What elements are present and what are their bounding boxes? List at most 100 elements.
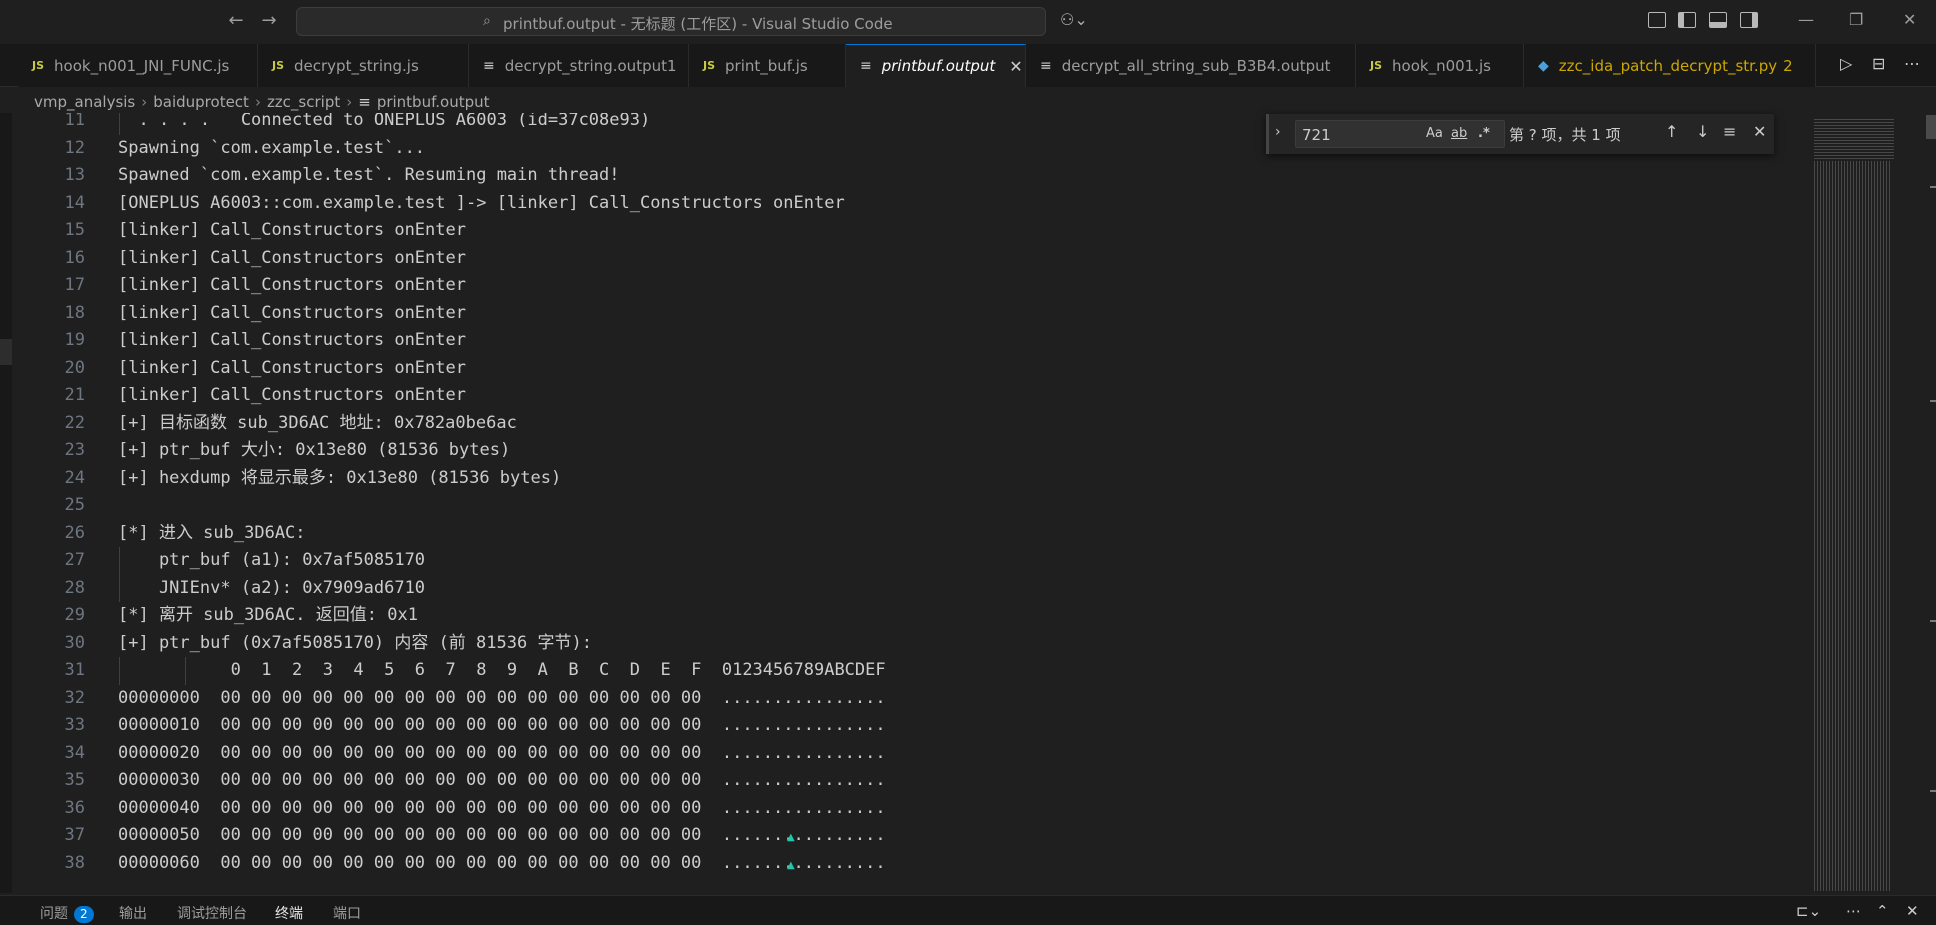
line-text: Spawning `com.example.test`...	[118, 137, 426, 158]
selection-highlight-marker: ▲	[787, 832, 795, 843]
code-line[interactable]: 25	[12, 492, 1812, 520]
vertical-scrollbar[interactable]	[1926, 113, 1936, 893]
scrollbar-marker	[1930, 400, 1936, 402]
tab-label: zzc_ida_patch_decrypt_str.py	[1558, 56, 1778, 75]
code-line[interactable]: 15 [linker] Call_Constructors onEnter	[12, 217, 1812, 245]
line-text: [+] 目标函数 sub_3D6AC 地址: 0x782a0be6ac	[118, 412, 517, 433]
code-line[interactable]: 26 [*] 进入 sub_3D6AC:	[12, 520, 1812, 548]
code-line[interactable]: 27 ptr_buf (a1): 0x7af5085170	[12, 547, 1812, 575]
arrow-right-icon[interactable]: →	[258, 10, 280, 32]
find-input[interactable]: 721 Aa ab .*	[1295, 120, 1505, 148]
minimap[interactable]	[1812, 113, 1922, 893]
find-in-selection-icon[interactable]: ≡	[1723, 122, 1736, 141]
close-icon[interactable]: ✕	[1753, 122, 1766, 141]
breadcrumb-item[interactable]: zzc_script	[267, 93, 340, 111]
code-line[interactable]: 20 [linker] Call_Constructors onEnter	[12, 355, 1812, 383]
tab-label: decrypt_string.output1	[504, 56, 677, 75]
panel-layout-icon[interactable]: ⊏⌄	[1796, 902, 1821, 920]
code-line[interactable]: 29 [*] 离开 sub_3D6AC. 返回值: 0x1	[12, 602, 1812, 630]
run-icon[interactable]: ▷	[1840, 54, 1852, 73]
scrollbar-marker	[1930, 620, 1936, 622]
chevron-right-icon[interactable]: ›	[1275, 124, 1281, 140]
scrollbar-marker	[1930, 186, 1936, 188]
code-line[interactable]: 38 00000060 00 00 00 00 00 00 00 00 00 00…	[12, 850, 1812, 878]
code-line[interactable]: 37 00000050 00 00 00 00 00 00 00 00 00 00…	[12, 822, 1812, 850]
line-text: 0 1 2 3 4 5 6 7 8 9 A B C D E F 01234567…	[118, 660, 886, 680]
tab-label: decrypt_string.js	[294, 56, 419, 75]
copilot-icon[interactable]: ⚇⌄	[1060, 10, 1088, 29]
regex-icon[interactable]: .*	[1478, 126, 1490, 141]
split-editor-icon[interactable]: ⊟	[1872, 54, 1885, 73]
arrow-down-icon[interactable]: ↓	[1696, 122, 1709, 141]
breadcrumb-item[interactable]: baiduprotect	[153, 93, 249, 111]
minimize-icon[interactable]: —	[1798, 10, 1814, 29]
code-line[interactable]: 33 00000010 00 00 00 00 00 00 00 00 00 00…	[12, 712, 1812, 740]
code-line[interactable]: 34 00000020 00 00 00 00 00 00 00 00 00 00…	[12, 740, 1812, 768]
command-center[interactable]: ⌕ printbuf.output - 无标题 (工作区) - Visual S…	[296, 7, 1046, 36]
tab-debug-console[interactable]: 调试控制台	[177, 903, 247, 923]
code-line[interactable]: 22 [+] 目标函数 sub_3D6AC 地址: 0x782a0be6ac	[12, 410, 1812, 438]
breadcrumb-item[interactable]: printbuf.output	[377, 93, 490, 111]
code-line[interactable]: 28 JNIEnv* (a2): 0x7909ad6710	[12, 574, 1812, 602]
code-line[interactable]: 21 [linker] Call_Constructors onEnter	[12, 382, 1812, 410]
tab-decrypt-string-js[interactable]: JS decrypt_string.js	[258, 44, 469, 87]
whole-word-icon[interactable]: ab	[1451, 126, 1467, 141]
code-line[interactable]: 35 00000030 00 00 00 00 00 00 00 00 00 00…	[12, 767, 1812, 795]
editor-text-area[interactable]: 11 . . . . Connected to ONEPLUS A6003 (i…	[12, 113, 1812, 893]
code-line[interactable]: 14 [ONEPLUS A6003::com.example.test ]-> […	[12, 190, 1812, 218]
find-result-count: 第 ? 项，共 1 项	[1509, 126, 1621, 144]
restore-icon[interactable]: ❐	[1849, 10, 1863, 29]
code-line[interactable]: 19 [linker] Call_Constructors onEnter	[12, 327, 1812, 355]
close-icon[interactable]: ✕	[1009, 57, 1022, 76]
more-actions-icon[interactable]: ⋯	[1904, 54, 1920, 73]
tab-terminal[interactable]: 终端	[275, 903, 303, 923]
toggle-primary-sidebar-icon[interactable]	[1678, 12, 1696, 28]
js-file-icon: JS	[32, 59, 45, 72]
arrow-up-icon[interactable]: ↑	[1665, 122, 1678, 141]
code-line[interactable]: 36 00000040 00 00 00 00 00 00 00 00 00 00…	[12, 795, 1812, 823]
maximize-panel-icon[interactable]: ⌃	[1876, 902, 1889, 920]
tab-hook-n001-jni-func[interactable]: JS hook_n001_JNI_FUNC.js	[18, 44, 258, 87]
find-input-value: 721	[1302, 126, 1331, 144]
code-line[interactable]: 32 00000000 00 00 00 00 00 00 00 00 00 00…	[12, 685, 1812, 713]
line-number: 32	[64, 687, 85, 708]
line-text: [linker] Call_Constructors onEnter	[118, 247, 466, 268]
code-line[interactable]: 30 [+] ptr_buf (0x7af5085170) 内容 (前 81536…	[12, 630, 1812, 658]
scrollbar-thumb[interactable]	[1926, 115, 1936, 139]
code-line[interactable]: 13 Spawned `com.example.test`. Resuming m…	[12, 162, 1812, 190]
code-line[interactable]: 16 [linker] Call_Constructors onEnter	[12, 245, 1812, 273]
tab-ports[interactable]: 端口	[333, 903, 361, 923]
tab-decrypt-all-string-output[interactable]: ≡ decrypt_all_string_sub_B3B4.output	[1026, 44, 1356, 87]
toggle-panel-icon[interactable]	[1709, 12, 1727, 28]
code-line[interactable]: 24 [+] hexdump 将显示最多: 0x13e80 (81536 byte…	[12, 465, 1812, 493]
line-text: 00000060 00 00 00 00 00 00 00 00 00 00 0…	[118, 852, 886, 873]
tab-hook-n001-js[interactable]: JS hook_n001.js	[1356, 44, 1524, 87]
tab-output[interactable]: 输出	[119, 903, 147, 923]
tab-decrypt-string-output1[interactable]: ≡ decrypt_string.output1	[469, 44, 689, 87]
breadcrumb-item[interactable]: vmp_analysis	[34, 93, 135, 111]
tab-problems[interactable]: 问题 2	[40, 903, 94, 923]
line-text: 00000040 00 00 00 00 00 00 00 00 00 00 0…	[118, 797, 886, 818]
arrow-left-icon[interactable]: ←	[225, 10, 247, 32]
code-line[interactable]: 23 [+] ptr_buf 大小: 0x13e80 (81536 bytes)	[12, 437, 1812, 465]
line-number: 34	[64, 742, 85, 763]
code-line[interactable]: 18 [linker] Call_Constructors onEnter	[12, 300, 1812, 328]
line-text: ptr_buf (a1): 0x7af5085170	[118, 550, 426, 570]
code-line[interactable]: 17 [linker] Call_Constructors onEnter	[12, 272, 1812, 300]
file-lines-icon: ≡	[358, 93, 371, 111]
close-window-icon[interactable]: ✕	[1903, 10, 1916, 29]
line-text: [linker] Call_Constructors onEnter	[118, 330, 466, 350]
more-actions-icon[interactable]: ⋯	[1846, 902, 1861, 920]
code-line[interactable]: 31 0 1 2 3 4 5 6 7 8 9 A B C D E F 01234…	[12, 657, 1812, 685]
tab-printbuf-output[interactable]: ≡ printbuf.output ✕	[846, 44, 1026, 87]
tab-print-buf-js[interactable]: JS print_buf.js	[689, 44, 846, 87]
line-text: [linker] Call_Constructors onEnter	[118, 357, 466, 378]
line-text: JNIEnv* (a2): 0x7909ad6710	[118, 577, 426, 598]
close-panel-icon[interactable]: ✕	[1906, 902, 1919, 920]
customize-layout-icon[interactable]	[1648, 12, 1666, 28]
match-case-icon[interactable]: Aa	[1426, 126, 1443, 141]
toggle-secondary-sidebar-icon[interactable]	[1740, 12, 1758, 28]
python-file-icon: ◆	[1538, 57, 1549, 74]
tab-zzc-ida-patch-py[interactable]: ◆ zzc_ida_patch_decrypt_str.py 2	[1524, 44, 1816, 87]
line-number: 31	[64, 660, 85, 680]
